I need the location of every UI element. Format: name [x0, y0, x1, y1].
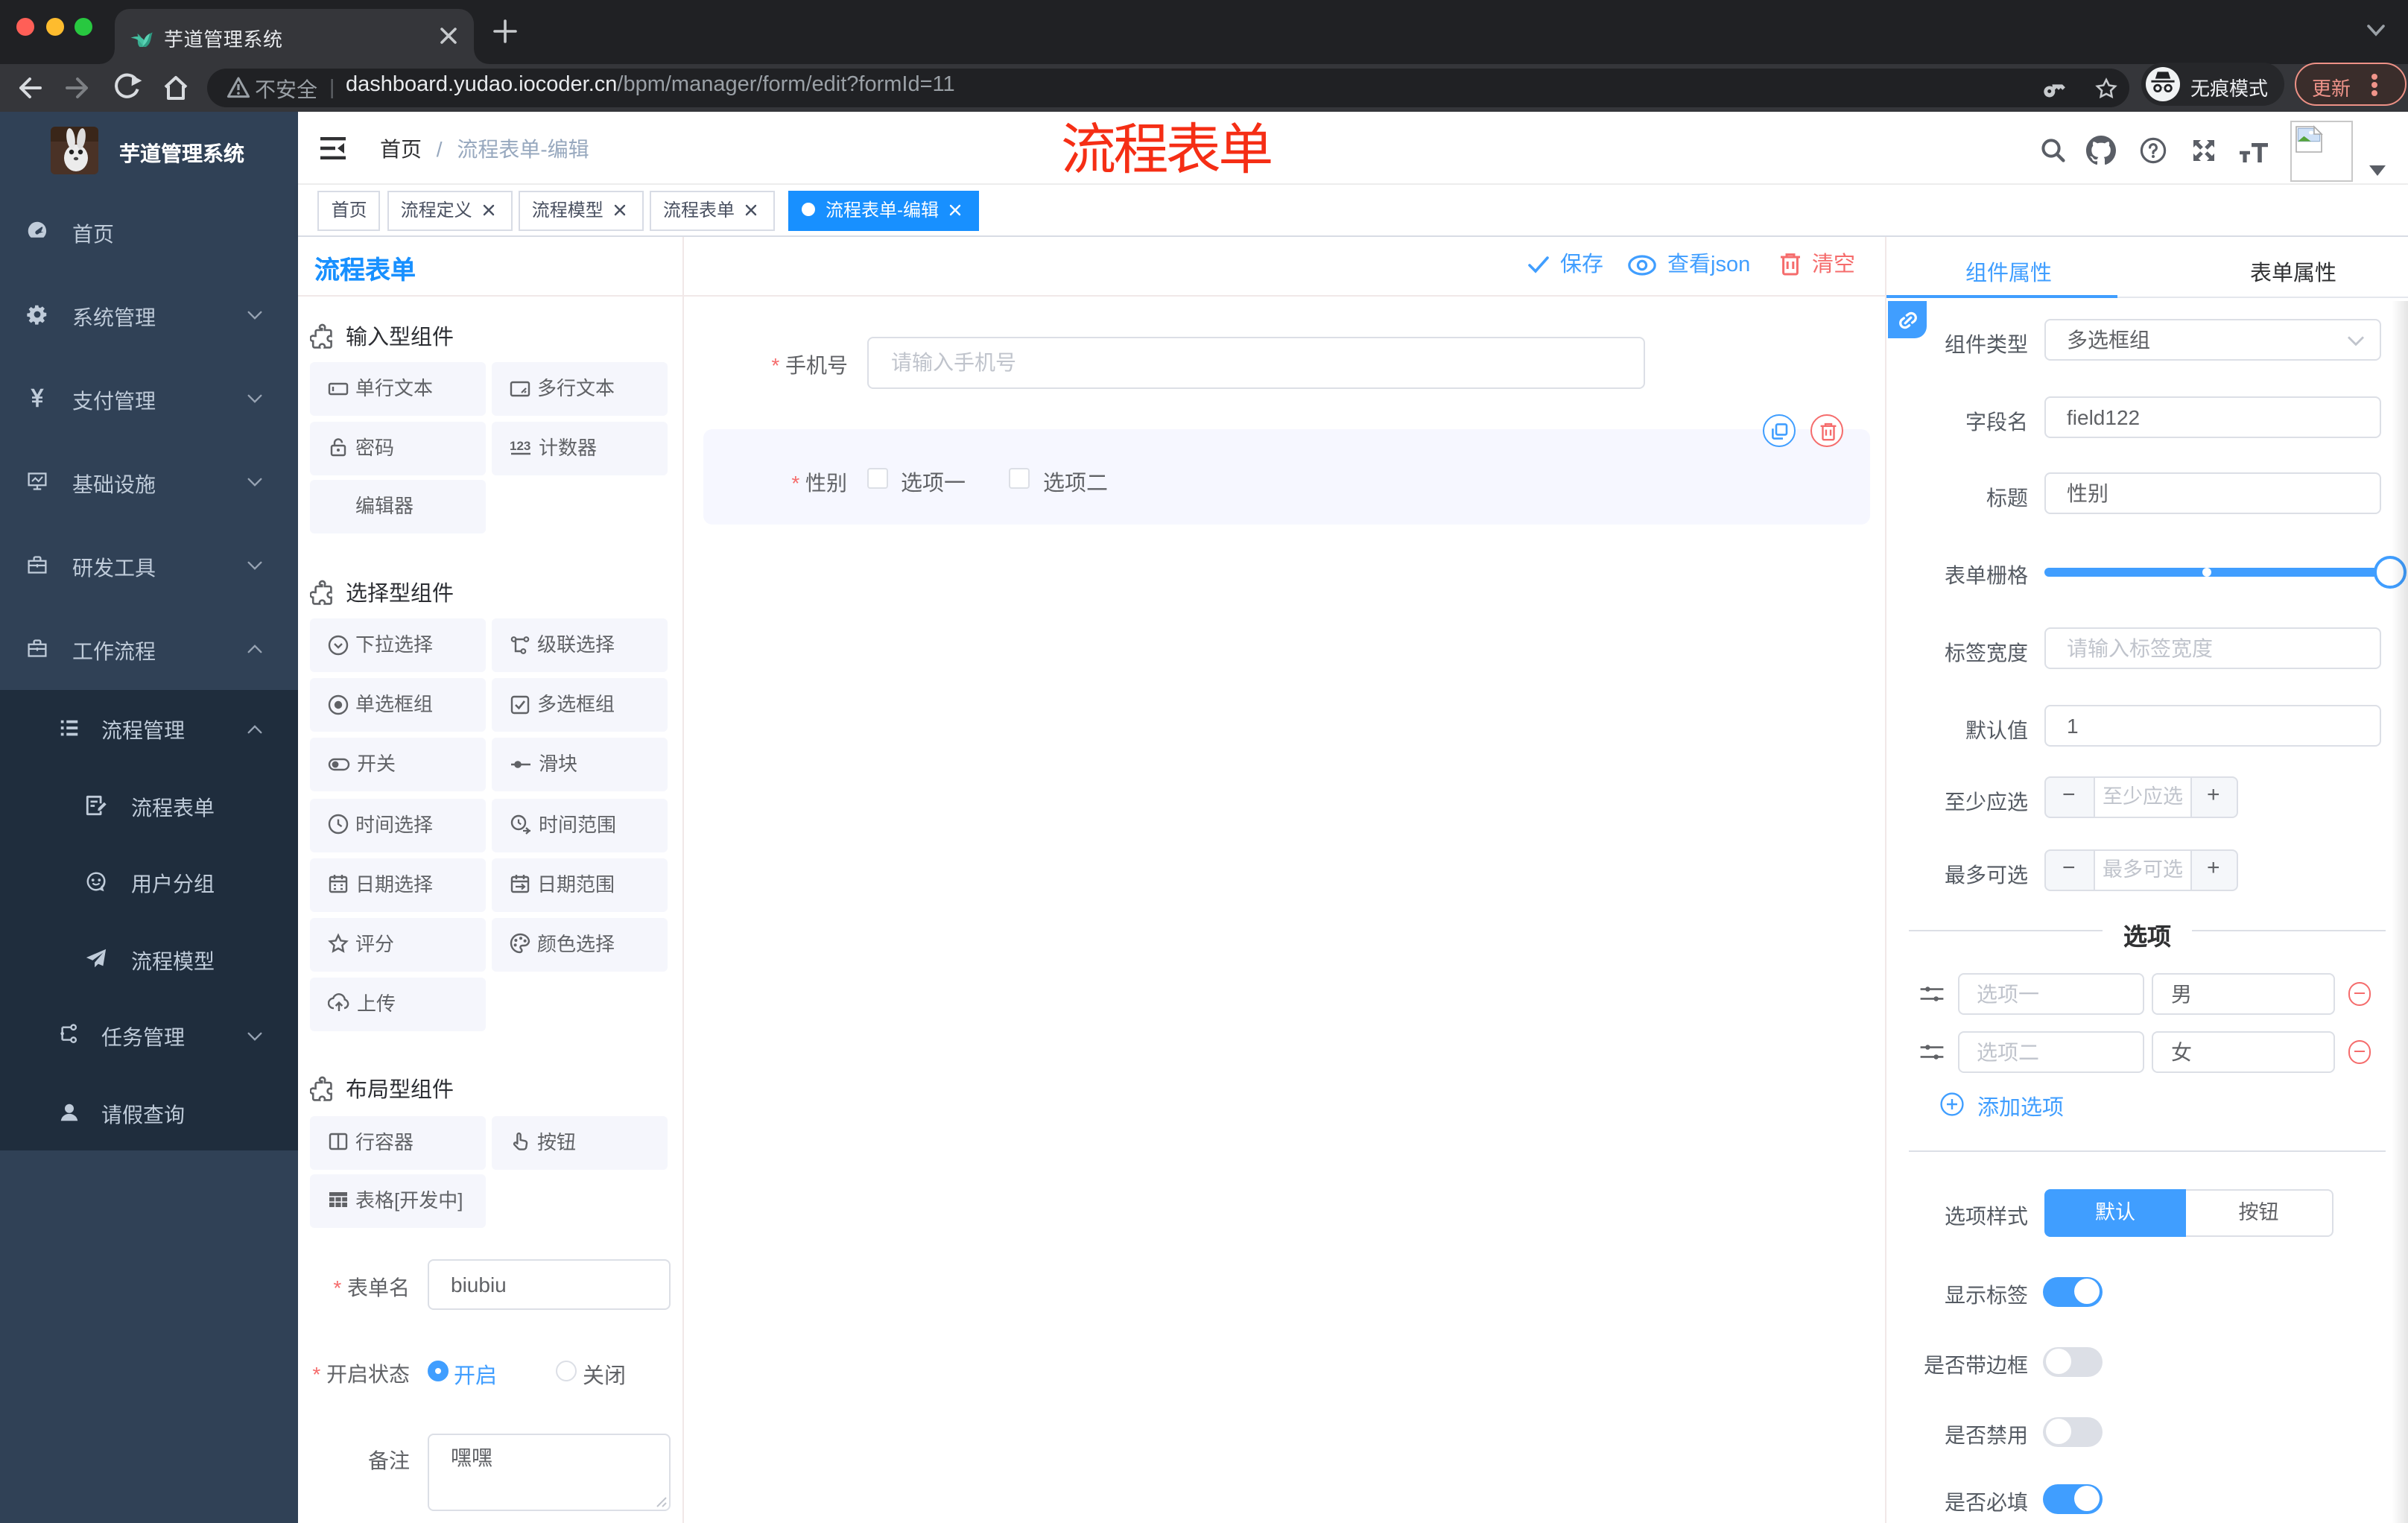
svg-text:123: 123	[509, 439, 530, 453]
